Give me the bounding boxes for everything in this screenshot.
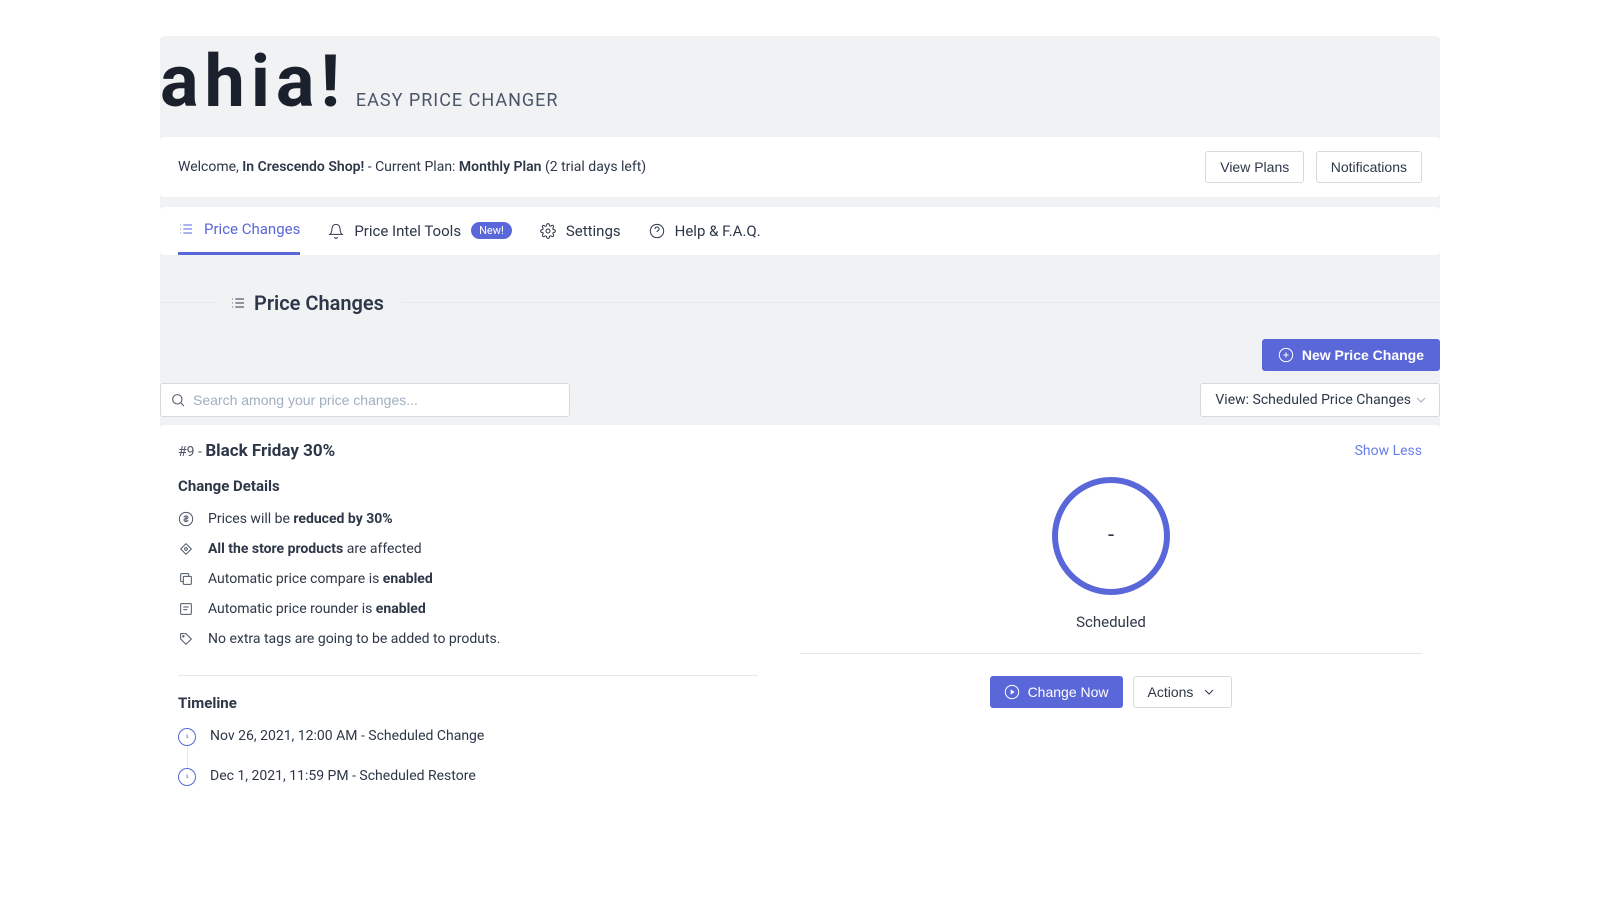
timeline: Nov 26, 2021, 12:00 AM - Scheduled Chang… [178,728,800,786]
detail-row: Automatic price compare is enabled [178,571,800,587]
show-less-link[interactable]: Show Less [1355,443,1422,459]
section-title: Price Changes [254,291,384,315]
notifications-button[interactable]: Notifications [1316,151,1422,183]
detail-row: No extra tags are going to be added to p… [178,631,800,647]
detail-row: All the store products are affected [178,541,800,557]
search-icon [170,392,186,408]
play-circle-icon [1004,684,1020,700]
tag-icon [178,631,194,647]
welcome-text: Welcome, In Crescendo Shop! - Current Pl… [178,159,646,175]
tab-label: Settings [566,222,621,240]
new-badge: New! [471,222,512,239]
logo-text: ahia! [160,50,346,115]
status-progress-circle: - [1052,477,1170,595]
filter-row: View: Scheduled Price Changes [160,383,1440,417]
chevron-down-icon [1413,392,1429,408]
list-icon [178,221,194,237]
copy-icon [178,571,194,587]
status-label: Scheduled [1076,613,1146,631]
list-icon [230,295,246,311]
change-details-heading: Change Details [178,477,800,495]
tab-label: Help & F.A.Q. [675,222,761,240]
card-title: #9 - Black Friday 30% [178,441,335,461]
card-header: #9 - Black Friday 30% Show Less [160,425,1440,477]
logo-tagline: EASY PRICE CHANGER [356,90,559,111]
tab-label: Price Changes [204,220,300,238]
tab-price-intel[interactable]: Price Intel Tools New! [328,207,512,255]
new-price-change-button[interactable]: New Price Change [1262,339,1440,371]
timeline-heading: Timeline [178,694,800,712]
tab-price-changes[interactable]: Price Changes [178,207,300,255]
brand-header: ahia! EASY PRICE CHANGER [160,36,1440,137]
plus-circle-icon [1278,347,1294,363]
search-input[interactable] [160,383,570,417]
price-change-card: #9 - Black Friday 30% Show Less Change D… [160,425,1440,814]
target-icon [178,541,194,557]
detail-row: Automatic price rounder is enabled [178,601,800,617]
clock-icon [178,768,196,786]
tab-help[interactable]: Help & F.A.Q. [649,207,761,255]
welcome-bar: Welcome, In Crescendo Shop! - Current Pl… [160,137,1440,197]
clock-icon [178,728,196,746]
detail-row: Prices will be reduced by 30% [178,511,800,527]
help-icon [649,223,665,239]
view-filter-select[interactable]: View: Scheduled Price Changes [1200,383,1440,417]
tab-settings[interactable]: Settings [540,207,621,255]
timeline-item: Nov 26, 2021, 12:00 AM - Scheduled Chang… [178,728,800,746]
gear-icon [540,223,556,239]
view-plans-button[interactable]: View Plans [1205,151,1304,183]
bell-icon [328,223,344,239]
section-heading: Price Changes [160,291,1440,315]
note-icon [178,601,194,617]
toolbar: New Price Change [160,339,1440,371]
actions-dropdown[interactable]: Actions [1133,676,1233,708]
timeline-item: Dec 1, 2021, 11:59 PM - Scheduled Restor… [178,768,800,786]
tab-label: Price Intel Tools [354,222,461,240]
chevron-down-icon [1201,684,1217,700]
main-tabs: Price Changes Price Intel Tools New! Set… [160,207,1440,255]
change-now-button[interactable]: Change Now [990,676,1123,708]
dollar-circle-icon [178,511,194,527]
